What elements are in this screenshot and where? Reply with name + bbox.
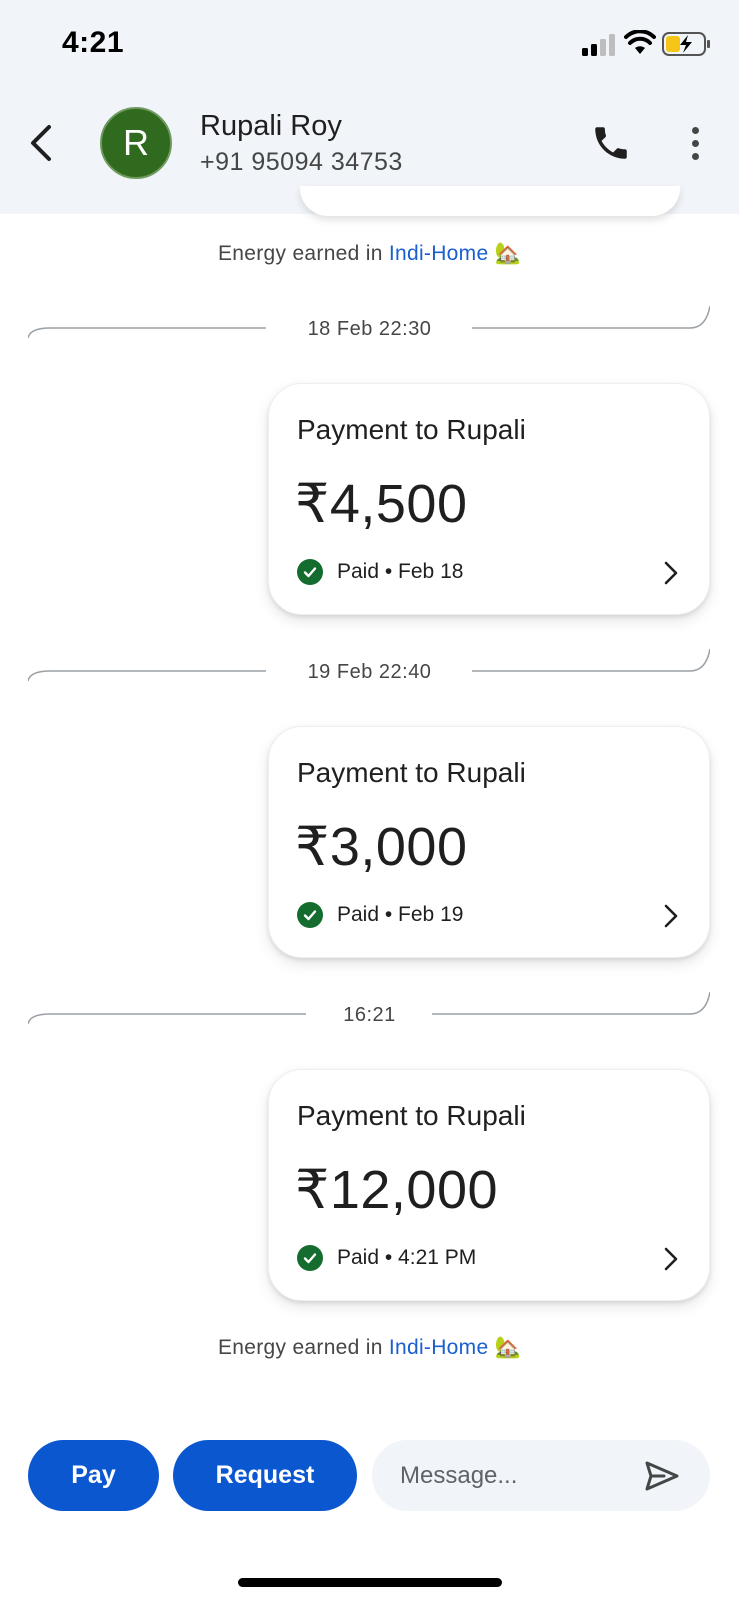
cellular-signal-icon xyxy=(582,34,615,56)
energy-note: Energy earned in Indi-Home 🏡 xyxy=(0,242,739,266)
check-circle-icon xyxy=(297,902,323,928)
indi-home-link[interactable]: Indi-Home xyxy=(389,1336,489,1359)
status-time: 4:21 xyxy=(62,26,125,59)
message-timestamp: 18 Feb 22:30 xyxy=(307,318,432,340)
more-options-button[interactable] xyxy=(680,122,710,164)
call-button[interactable] xyxy=(590,122,632,164)
back-button[interactable] xyxy=(20,118,60,168)
app-header: 4:21 R Rupali Roy +91 95094 34753 xyxy=(0,0,739,214)
contact-name[interactable]: Rupali Roy xyxy=(200,110,342,143)
more-dot-icon xyxy=(691,139,699,147)
wifi-icon xyxy=(624,30,656,54)
home-indicator[interactable] xyxy=(238,1578,502,1587)
payment-status-text: Paid • 4:21 PM xyxy=(337,1246,477,1269)
avatar-initial: R xyxy=(123,122,149,163)
energy-note: Energy earned in Indi-Home 🏡 xyxy=(0,1336,739,1360)
message-timestamp: 19 Feb 22:40 xyxy=(307,661,432,683)
message-input[interactable] xyxy=(400,1440,640,1511)
check-circle-icon xyxy=(297,1245,323,1271)
energy-note-prefix: Energy earned in xyxy=(217,1336,383,1359)
previous-payment-card[interactable] xyxy=(300,186,680,216)
more-dot-icon xyxy=(691,126,699,134)
payment-status: Paid • 4:21 PM xyxy=(297,1245,476,1271)
indi-home-link[interactable]: Indi-Home xyxy=(389,242,489,265)
message-composer xyxy=(372,1440,710,1511)
payment-amount: ₹3,000 xyxy=(295,817,468,877)
payment-card[interactable]: Payment to Rupali ₹12,000 Paid • 4:21 PM xyxy=(268,1069,710,1301)
payment-status-text: Paid • Feb 18 xyxy=(337,560,464,583)
more-dot-icon xyxy=(691,152,699,160)
house-icon: 🏡 xyxy=(494,242,522,265)
phone-icon xyxy=(595,127,627,159)
chevron-right-icon xyxy=(664,1247,678,1271)
energy-note-prefix: Energy earned in xyxy=(217,242,383,265)
payment-title: Payment to Rupali xyxy=(297,757,526,788)
back-arrow-icon xyxy=(31,125,51,161)
contact-phone: +91 95094 34753 xyxy=(200,148,403,176)
contact-avatar[interactable]: R xyxy=(100,107,172,179)
house-icon: 🏡 xyxy=(494,1336,522,1359)
payment-title: Payment to Rupali xyxy=(297,1100,526,1131)
request-button[interactable]: Request xyxy=(173,1440,357,1511)
send-button[interactable] xyxy=(642,1456,682,1496)
chevron-right-icon xyxy=(664,904,678,928)
payment-card[interactable]: Payment to Rupali ₹3,000 Paid • Feb 19 xyxy=(268,726,710,958)
payment-status: Paid • Feb 19 xyxy=(297,902,463,928)
chevron-right-icon xyxy=(664,561,678,585)
payment-title: Payment to Rupali xyxy=(297,414,526,445)
pay-button[interactable]: Pay xyxy=(28,1440,159,1511)
check-circle-icon xyxy=(297,559,323,585)
payment-status-text: Paid • Feb 19 xyxy=(337,903,464,926)
payment-status: Paid • Feb 18 xyxy=(297,559,463,585)
payment-card[interactable]: Payment to Rupali ₹4,500 Paid • Feb 18 xyxy=(268,383,710,615)
payment-amount: ₹4,500 xyxy=(295,474,468,534)
send-icon xyxy=(645,1461,679,1491)
payment-amount: ₹12,000 xyxy=(295,1160,499,1220)
battery-charging-icon xyxy=(662,32,710,56)
message-timestamp: 16:21 xyxy=(343,1004,396,1026)
